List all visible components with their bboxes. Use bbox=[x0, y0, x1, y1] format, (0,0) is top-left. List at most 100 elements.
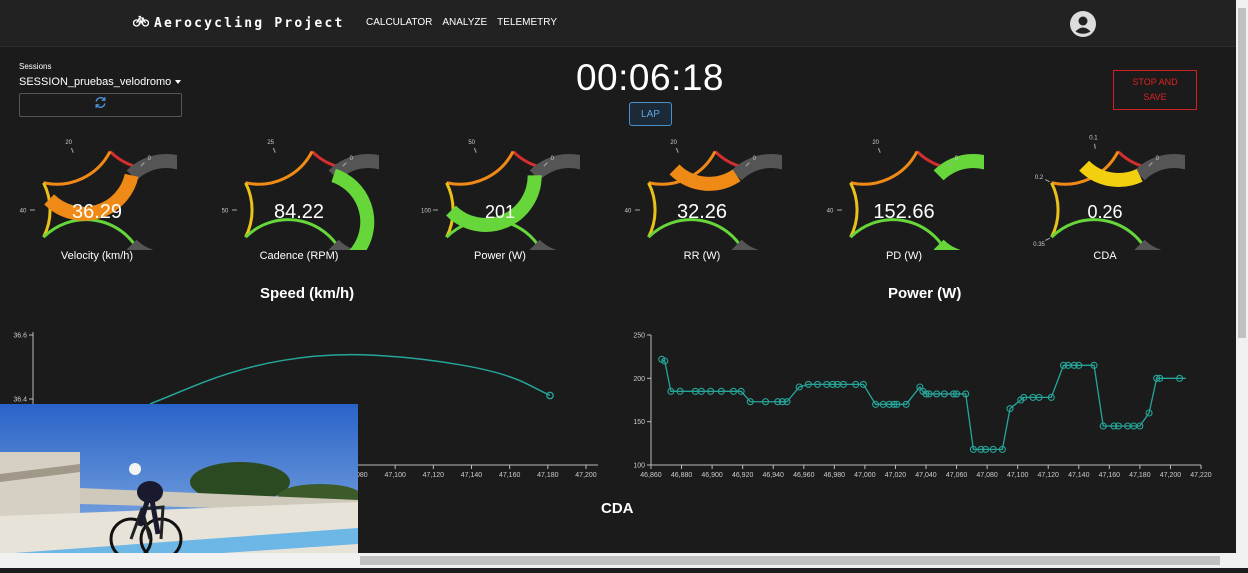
gauge-tick bbox=[70, 147, 74, 153]
power-point bbox=[1090, 361, 1098, 369]
gauge-dial: 025508011084.22 bbox=[222, 140, 379, 250]
session-select[interactable]: SESSION_pruebas_velodromo bbox=[19, 76, 182, 88]
power-point bbox=[778, 398, 786, 406]
power-point bbox=[982, 445, 990, 453]
gauge-tick-label: 20 bbox=[65, 140, 72, 146]
power-point bbox=[691, 387, 699, 395]
gauge-track bbox=[529, 154, 580, 250]
power-x-tick-label: 46,960 bbox=[793, 472, 815, 479]
gauge-band-mid bbox=[850, 150, 919, 186]
power-point bbox=[1114, 422, 1123, 430]
power-point bbox=[933, 390, 941, 398]
video-feed[interactable] bbox=[0, 404, 362, 568]
horizontal-scrollbar[interactable] bbox=[0, 553, 1236, 568]
gauge-label: Power (W) bbox=[474, 250, 526, 262]
speed-x-tick-label: 47,120 bbox=[423, 472, 445, 479]
power-point bbox=[783, 398, 791, 406]
brand-title: Aerocycling Project bbox=[154, 15, 345, 31]
power-point bbox=[717, 387, 725, 395]
gauge-tick bbox=[473, 147, 477, 153]
power-series-line bbox=[661, 358, 1186, 451]
gauge-power: 050100150400201 Power (W) bbox=[420, 130, 580, 270]
gauge-tick bbox=[877, 147, 881, 153]
gauge-fill bbox=[1079, 160, 1143, 188]
power-point bbox=[893, 400, 901, 408]
gauge-dial: 00.10.20.350.510.26 bbox=[1033, 135, 1185, 250]
cda-chart-title: CDA bbox=[601, 500, 634, 517]
gauge-track bbox=[1134, 154, 1185, 250]
brand[interactable]: Aerocycling Project bbox=[132, 14, 345, 32]
power-point bbox=[804, 380, 812, 388]
gauge-tick-label: 25 bbox=[267, 140, 274, 146]
power-x-tick-label: 47,060 bbox=[946, 472, 968, 479]
gauge-pd: 0204060110152.66 PD (W) bbox=[824, 130, 984, 270]
power-x-tick-label: 47,180 bbox=[1129, 472, 1151, 479]
gauge-value: 201 bbox=[485, 202, 515, 222]
power-point bbox=[969, 445, 977, 453]
power-point bbox=[829, 380, 837, 388]
power-y-tick-label: 100 bbox=[633, 463, 645, 470]
gauge-tick bbox=[1045, 237, 1050, 241]
speed-x-tick-label: 47,160 bbox=[499, 472, 521, 479]
nav-analyze[interactable]: ANALYZE bbox=[442, 17, 487, 28]
power-x-tick-label: 46,980 bbox=[824, 472, 846, 479]
main-nav: CALCULATOR ANALYZE TELEMETRY bbox=[366, 17, 557, 28]
power-point bbox=[1176, 374, 1184, 382]
gauge-band-warn bbox=[42, 182, 52, 238]
gauge-tick-label: 40 bbox=[625, 209, 632, 215]
gauge-tick-label: 0.1 bbox=[1089, 135, 1098, 141]
speed-x-tick-label: 47,200 bbox=[575, 472, 597, 479]
power-point bbox=[1075, 361, 1083, 369]
session-timer: 00:06:18 bbox=[575, 57, 725, 98]
gauge-value: 84.22 bbox=[274, 201, 324, 223]
gauge-tick-label: 0.35 bbox=[1033, 242, 1045, 248]
power-point bbox=[859, 380, 867, 388]
power-point bbox=[667, 387, 675, 395]
gauge-label: PD (W) bbox=[885, 250, 923, 262]
power-point bbox=[658, 355, 666, 363]
power-x-tick-label: 46,860 bbox=[640, 472, 662, 479]
power-x-tick-label: 47,160 bbox=[1099, 472, 1121, 479]
gauge-tick bbox=[1045, 179, 1050, 183]
speed-chart-title: Speed (km/h) bbox=[260, 285, 355, 302]
refresh-button[interactable] bbox=[19, 93, 182, 117]
gauge-tick bbox=[272, 147, 276, 153]
gauge-track bbox=[731, 154, 782, 250]
lap-button[interactable]: LAP bbox=[629, 102, 672, 126]
gauge-value: 152.66 bbox=[873, 201, 934, 223]
power-point bbox=[1153, 374, 1161, 382]
chevron-down-icon bbox=[175, 80, 182, 84]
power-x-tick-label: 47,080 bbox=[976, 472, 998, 479]
power-point bbox=[998, 445, 1006, 453]
power-point bbox=[795, 383, 803, 391]
vertical-scrollbar[interactable] bbox=[1236, 0, 1248, 568]
gauge-fill bbox=[669, 164, 741, 191]
gauge-dial: 02040608036.29 bbox=[20, 140, 177, 250]
nav-telemetry[interactable]: TELEMETRY bbox=[497, 17, 557, 28]
power-point bbox=[1035, 393, 1043, 401]
nav-calculator[interactable]: CALCULATOR bbox=[366, 17, 432, 28]
stop-and-save-label: STOP AND SAVE bbox=[1132, 77, 1178, 102]
power-point bbox=[962, 390, 970, 398]
lap-label: LAP bbox=[641, 108, 660, 120]
power-x-tick-label: 46,940 bbox=[763, 472, 785, 479]
power-point bbox=[922, 390, 930, 398]
power-x-tick-label: 47,120 bbox=[1038, 472, 1060, 479]
power-point bbox=[977, 445, 985, 453]
gauge-velocity: 02040608036.29 Velocity (km/h) bbox=[17, 130, 177, 270]
gauge-track bbox=[126, 154, 177, 250]
speed-x-tick-label: 47,100 bbox=[384, 472, 406, 479]
gauge-band-warn bbox=[244, 182, 254, 238]
gauge-band-warn bbox=[1050, 182, 1060, 238]
bicycle-icon bbox=[132, 14, 150, 32]
power-point bbox=[916, 383, 924, 391]
power-point bbox=[1064, 361, 1072, 369]
power-point bbox=[729, 387, 738, 395]
power-point bbox=[872, 400, 880, 408]
power-point bbox=[1110, 422, 1118, 430]
stop-and-save-button[interactable]: STOP AND SAVE bbox=[1113, 70, 1197, 110]
gauge-label: CDA bbox=[1093, 250, 1117, 262]
gauge-tick bbox=[675, 147, 679, 153]
speed-x-tick-label: 47,180 bbox=[537, 472, 559, 479]
user-avatar-icon[interactable] bbox=[1070, 11, 1096, 37]
